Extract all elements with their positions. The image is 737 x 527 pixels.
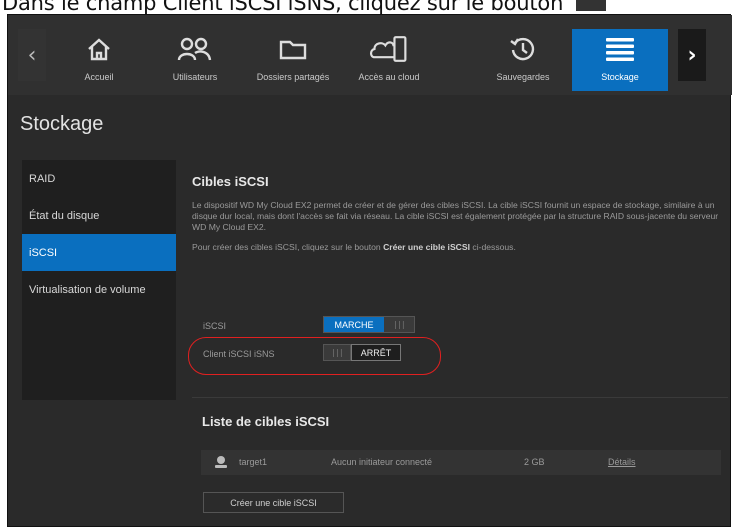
nav-label: Accueil: [84, 72, 114, 82]
instruction-text: Dans le champ Client iSCSI iSNS, cliquez…: [0, 0, 737, 15]
section-title: Cibles iSCSI: [192, 174, 269, 189]
create-hint: Pour créer des cibles iSCSI, cliquez sur…: [192, 242, 720, 253]
hint-suffix: ci-dessous.: [472, 242, 516, 252]
nav-label: Accès au cloud: [358, 72, 420, 82]
table-row: target1 Aucun initiateur connecté 2 GB D…: [201, 450, 721, 475]
section-description: Le dispositif WD My Cloud EX2 permet de …: [192, 200, 719, 232]
main-content: Cibles iSCSI Le dispositif WD My Cloud E…: [192, 160, 732, 253]
target-status: Aucun initiateur connecté: [331, 457, 433, 467]
toggle-on-label: MARCHE: [324, 317, 384, 332]
users-icon: [175, 31, 215, 67]
iscsi-label: iSCSI: [203, 321, 227, 331]
nav-item-dossiers[interactable]: Dossiers partagés: [245, 29, 341, 91]
nav-label: Stockage: [601, 72, 639, 82]
nav-item-accueil[interactable]: Accueil: [51, 29, 147, 91]
target-details-link[interactable]: Détails: [608, 457, 636, 467]
cloud-device-icon: [369, 31, 409, 67]
target-name: target1: [239, 457, 268, 467]
annotation-highlight: [188, 337, 441, 375]
nav-prev-arrow-icon[interactable]: ‹: [18, 29, 46, 81]
target-size: 2 GB: [524, 457, 545, 467]
nav-label: Utilisateurs: [172, 72, 218, 82]
page-title: Stockage: [20, 113, 104, 135]
storage-icon: [600, 31, 640, 67]
create-target-button[interactable]: Créer une cible iSCSI: [203, 492, 344, 513]
target-icon: [213, 454, 229, 472]
sidebar: RAID État du disque iSCSI Virtualisation…: [22, 160, 176, 400]
nav-label: Sauvegardes: [496, 72, 550, 82]
nav-item-stockage[interactable]: Stockage: [572, 29, 668, 91]
home-icon: [79, 31, 119, 67]
app-window: ‹ Accueil Utilisateurs Dossiers partagés…: [7, 14, 732, 527]
folder-icon: [273, 31, 313, 67]
backup-icon: [503, 31, 543, 67]
divider: [192, 397, 728, 398]
nav-item-sauvegardes[interactable]: Sauvegardes: [475, 29, 571, 91]
button-glyph-icon: [575, 0, 606, 11]
hint-bold: Créer une cible iSCSI: [383, 242, 471, 252]
sidebar-item-iscsi[interactable]: iSCSI: [22, 234, 176, 271]
nav-next-arrow-icon[interactable]: ›: [678, 29, 706, 81]
sidebar-item-disk-status[interactable]: État du disque: [22, 197, 176, 234]
sidebar-item-volume-virtualization[interactable]: Virtualisation de volume: [22, 271, 176, 308]
instruction-label: Dans le champ Client iSCSI iSNS, cliquez…: [2, 0, 564, 15]
sidebar-item-raid[interactable]: RAID: [22, 160, 176, 197]
iscsi-toggle[interactable]: MARCHE |||: [323, 316, 415, 333]
nav-label: Dossiers partagés: [256, 72, 330, 82]
nav-item-cloud[interactable]: Accès au cloud: [341, 29, 437, 91]
toggle-grip-icon: |||: [384, 317, 414, 332]
top-navigation: ‹ Accueil Utilisateurs Dossiers partagés…: [8, 15, 732, 95]
hint-prefix: Pour créer des cibles iSCSI, cliquez sur…: [192, 242, 381, 252]
nav-item-utilisateurs[interactable]: Utilisateurs: [147, 29, 243, 91]
targets-title: Liste de cibles iSCSI: [202, 414, 330, 429]
